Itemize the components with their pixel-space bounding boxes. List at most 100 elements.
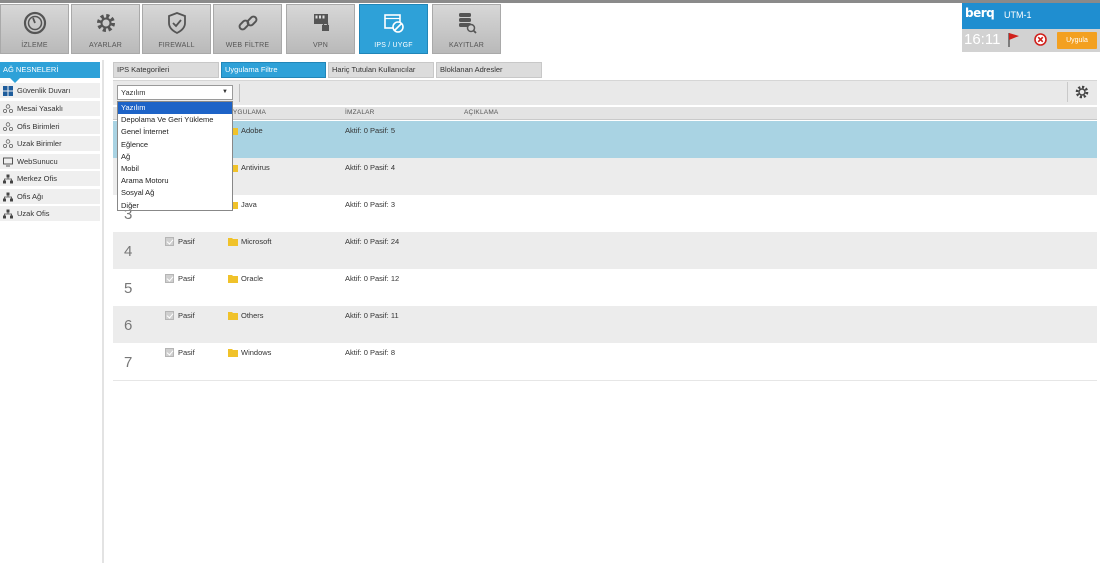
nav-firewall-button[interactable]: FIREWALL <box>142 4 211 54</box>
row-state: Pasif <box>178 311 195 320</box>
row-signatures: Aktif: 0 Pasif: 5 <box>345 126 396 135</box>
ips-icon <box>383 14 404 33</box>
network-icon <box>3 192 13 202</box>
nav-ayarlar-button[interactable]: AYARLAR <box>71 4 140 54</box>
clock: 16:11 <box>964 31 1001 48</box>
nav-label: VPN <box>313 42 328 49</box>
sidebar-heading: AĞ NESNELERİ <box>0 62 100 83</box>
sidebar-heading-label: AĞ NESNELERİ <box>3 65 59 74</box>
column-header-signatures: İMZALAR <box>345 109 375 116</box>
sidebar-item-merkez-ofis[interactable]: Merkez Ofis <box>0 171 100 187</box>
settings-button[interactable] <box>1067 82 1095 102</box>
folder-icon <box>228 349 238 357</box>
sidebar-item-uzak-ofis[interactable]: Uzak Ofis <box>0 206 100 222</box>
dropdown-option[interactable]: Arama Motoru <box>118 175 232 187</box>
nav-web-filtre-button[interactable]: WEB FİLTRE <box>213 4 282 54</box>
row-app: Others <box>241 311 264 320</box>
row-app: Adobe <box>241 126 263 135</box>
category-select[interactable]: Yazılım ▼ <box>117 85 233 100</box>
toolbar-divider <box>239 84 240 102</box>
gear-icon <box>1075 85 1089 99</box>
database-search-icon <box>458 13 477 34</box>
row-app: Microsoft <box>241 237 272 246</box>
row-state: Pasif <box>178 237 195 246</box>
table-row[interactable]: Adobe Aktif: 0 Pasif: 5 <box>113 121 1097 158</box>
toolbar <box>113 80 1097 105</box>
row-signatures: Aktif: 0 Pasif: 11 <box>345 311 399 320</box>
dropdown-option[interactable]: Mobil <box>118 163 232 175</box>
group-icon <box>3 104 13 113</box>
row-app: Java <box>241 200 257 209</box>
caret-down-icon: ▼ <box>222 89 228 95</box>
row-app: Windows <box>241 348 272 357</box>
monitor-icon <box>3 157 13 167</box>
sidebar-item-label: Uzak Birimler <box>17 139 62 148</box>
row-checkbox[interactable] <box>165 274 174 283</box>
firewall-grid-icon <box>3 86 13 96</box>
sidebar-item-mesai-yasakli[interactable]: Mesai Yasaklı <box>0 101 100 117</box>
sidebar-item-label: Merkez Ofis <box>17 174 58 183</box>
tab-haric-tutulan-kullanicilar[interactable]: Hariç Tutulan Kullanıcılar <box>328 62 434 78</box>
folder-icon <box>228 312 238 320</box>
dropdown-option[interactable]: Ağ <box>118 151 232 163</box>
link-icon <box>238 15 257 31</box>
table-row[interactable]: 6 Pasif Others Aktif: 0 Pasif: 11 <box>113 306 1097 343</box>
nav-label: WEB FİLTRE <box>225 42 270 49</box>
brand-logo: berq <box>965 6 995 20</box>
group-icon <box>3 139 13 148</box>
nav-label: FIREWALL <box>158 42 195 49</box>
row-number: 7 <box>124 354 133 371</box>
column-header-description: AÇIKLAMA <box>464 109 499 116</box>
nav-izleme-button[interactable]: İZLEME <box>0 4 69 54</box>
sidebar-item-ofis-agi[interactable]: Ofis Ağı <box>0 189 100 205</box>
sidebar: AĞ NESNELERİ Güvenlik Duvarı Mesai Yasak… <box>0 60 104 563</box>
nav-label: İZLEME <box>21 42 48 49</box>
shield-icon <box>167 12 186 35</box>
nav-ips-uygf-button[interactable]: IPS / UYGF <box>359 4 428 54</box>
dropdown-option[interactable]: Genel İnternet <box>118 126 232 138</box>
table-header: UYGULAMA İMZALAR AÇIKLAMA <box>113 107 1097 120</box>
row-checkbox[interactable] <box>165 348 174 357</box>
nav-vpn-button[interactable]: VPN <box>286 4 355 54</box>
table-row[interactable]: Antivirus Aktif: 0 Pasif: 4 <box>113 158 1097 195</box>
dropdown-option[interactable]: Diğer <box>118 200 232 212</box>
table-row[interactable]: 5 Pasif Oracle Aktif: 0 Pasif: 12 <box>113 269 1097 306</box>
row-signatures: Aktif: 0 Pasif: 12 <box>345 274 400 283</box>
dropdown-option[interactable]: Yazılım <box>118 102 232 115</box>
table-row[interactable]: 3 Java Aktif: 0 Pasif: 3 <box>113 195 1097 232</box>
sidebar-item-label: Mesai Yasaklı <box>17 104 63 113</box>
row-checkbox[interactable] <box>165 237 174 246</box>
apply-button[interactable]: Uygula <box>1057 32 1097 49</box>
row-number: 5 <box>124 280 133 297</box>
flag-icon[interactable] <box>1006 32 1020 48</box>
dropdown-option[interactable]: Depolama Ve Geri Yükleme <box>118 114 232 126</box>
sidebar-item-label: Güvenlik Duvarı <box>17 86 71 95</box>
table-row[interactable]: 7 Pasif Windows Aktif: 0 Pasif: 8 <box>113 343 1097 380</box>
group-icon <box>3 122 13 131</box>
tab-uygulama-filtre[interactable]: Uygulama Filtre <box>221 62 326 78</box>
row-signatures: Aktif: 0 Pasif: 3 <box>345 200 396 209</box>
tab-bloklanan-adresler[interactable]: Bloklanan Adresler <box>436 62 542 78</box>
row-checkbox[interactable] <box>165 311 174 320</box>
nav-kayitlar-button[interactable]: KAYITLAR <box>432 4 501 54</box>
sidebar-item-websunucu[interactable]: WebSunucu <box>0 154 100 170</box>
category-dropdown-list: Yazılım Depolama Ve Geri Yükleme Genel İ… <box>117 101 233 211</box>
tab-ips-kategorileri[interactable]: IPS Kategorileri <box>113 62 219 78</box>
sidebar-item-ofis-birimleri[interactable]: Ofis Birimleri <box>0 119 100 135</box>
nav-label: KAYITLAR <box>449 42 484 49</box>
cancel-icon[interactable] <box>1034 33 1047 46</box>
sidebar-item-label: Ofis Ağı <box>17 192 44 201</box>
network-icon <box>3 174 13 184</box>
nav-label: AYARLAR <box>88 42 123 49</box>
column-header-app: UYGULAMA <box>228 109 267 116</box>
sidebar-item-label: Ofis Birimleri <box>17 122 60 131</box>
row-number: 6 <box>124 317 133 334</box>
table-row[interactable]: 4 Pasif Microsoft Aktif: 0 Pasif: 24 <box>113 232 1097 269</box>
dropdown-option[interactable]: Eğlence <box>118 139 232 151</box>
sidebar-item-uzak-birimler[interactable]: Uzak Birimler <box>0 136 100 152</box>
sidebar-item-guvenlik-duvari[interactable]: Güvenlik Duvarı <box>0 83 100 99</box>
row-signatures: Aktif: 0 Pasif: 4 <box>345 163 396 172</box>
folder-icon <box>228 238 238 246</box>
dropdown-option[interactable]: Sosyal Ağ <box>118 187 232 199</box>
row-signatures: Aktif: 0 Pasif: 24 <box>345 237 400 246</box>
